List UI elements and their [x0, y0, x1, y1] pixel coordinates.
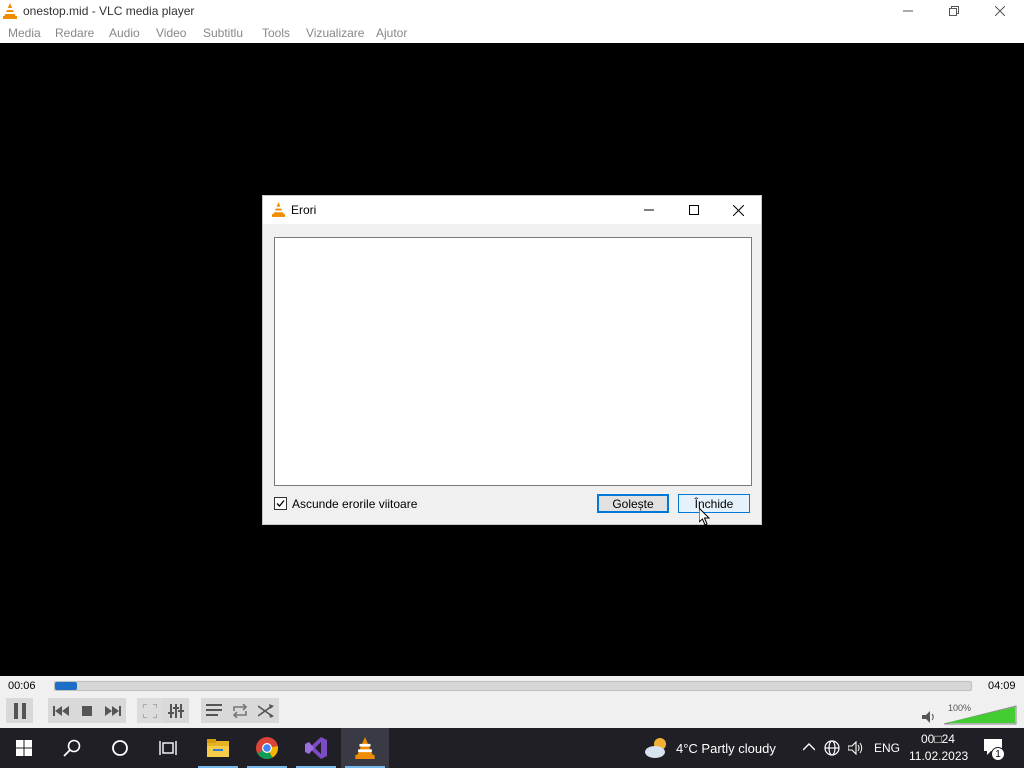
player-controls: 00:06 04:09 100%	[0, 676, 1024, 728]
menu-tools[interactable]: Tools	[262, 26, 290, 40]
speaker-icon[interactable]	[922, 711, 936, 723]
cortana-button[interactable]	[96, 728, 144, 768]
dialog-title-bar: Erori	[263, 196, 761, 224]
notification-badge: 1	[991, 747, 1005, 761]
notifications-button[interactable]: 1	[983, 738, 1005, 761]
seek-bar[interactable]	[54, 681, 972, 691]
close-button[interactable]: Închide	[678, 494, 750, 513]
file-explorer-icon	[207, 739, 229, 757]
vlc-taskbar-button[interactable]	[341, 728, 389, 768]
equalizer-icon	[168, 703, 184, 718]
chrome-button[interactable]	[243, 728, 291, 768]
visual-studio-button[interactable]	[292, 728, 340, 768]
volume-slider[interactable]	[944, 704, 1019, 726]
clear-button[interactable]: Golește	[597, 494, 669, 513]
previous-icon	[53, 705, 69, 716]
menu-audio[interactable]: Audio	[109, 26, 140, 40]
volume-icon[interactable]	[848, 741, 864, 755]
restore-button[interactable]	[931, 0, 977, 22]
hide-future-errors-label[interactable]: Ascunde erorile viitoare	[292, 497, 417, 511]
windows-start-icon	[16, 740, 32, 756]
pause-icon	[13, 702, 26, 719]
clock-time[interactable]: 00□24	[921, 732, 955, 746]
title-bar: onestop.mid - VLC media player	[0, 0, 1024, 22]
menu-redare[interactable]: Redare	[55, 26, 94, 40]
clock-date[interactable]: 11.02.2023	[909, 749, 968, 763]
playlist-icon	[206, 704, 222, 716]
file-explorer-button[interactable]	[194, 728, 242, 768]
search-icon	[63, 739, 81, 757]
dialog-minimize-button[interactable]	[626, 196, 671, 224]
next-button[interactable]	[100, 698, 126, 723]
cortana-icon	[112, 740, 128, 756]
menu-bar: Media Redare Audio Video Subtitlu Tools …	[0, 22, 1024, 43]
visual-studio-icon	[305, 737, 327, 759]
close-window-button[interactable]	[977, 0, 1023, 22]
taskbar: 4°C Partly cloudy ENG 00□24 11.02.2023 1	[0, 728, 1024, 768]
menu-subtitlu[interactable]: Subtitlu	[203, 26, 243, 40]
total-time: 04:09	[988, 680, 1016, 692]
task-view-icon	[159, 741, 177, 755]
minimize-icon	[643, 209, 654, 211]
globe-network-icon[interactable]	[824, 740, 840, 756]
weather-text[interactable]: 4°C Partly cloudy	[676, 741, 776, 756]
menu-media[interactable]: Media	[8, 26, 41, 40]
menu-ajutor[interactable]: Ajutor	[376, 26, 407, 40]
language-indicator[interactable]: ENG	[874, 741, 900, 755]
dialog-title: Erori	[291, 203, 317, 217]
elapsed-time: 00:06	[8, 680, 36, 692]
close-icon	[995, 6, 1005, 16]
playlist-button[interactable]	[201, 698, 227, 723]
dialog-maximize-button[interactable]	[671, 196, 716, 224]
maximize-icon	[688, 205, 699, 215]
chevron-up-icon[interactable]	[803, 743, 815, 751]
vlc-cone-icon	[3, 3, 17, 19]
minimize-icon	[903, 10, 913, 12]
previous-button[interactable]	[48, 698, 74, 723]
task-view-button[interactable]	[144, 728, 192, 768]
fullscreen-icon	[143, 703, 157, 718]
stop-icon	[82, 705, 92, 716]
menu-video[interactable]: Video	[156, 26, 186, 40]
weather-partly-cloudy-icon[interactable]	[644, 736, 670, 760]
shuffle-icon	[258, 703, 274, 718]
errors-text-area[interactable]	[274, 237, 752, 486]
shuffle-button[interactable]	[253, 698, 279, 723]
errors-dialog: Erori Ascunde erorile viitoare Golește Î…	[262, 195, 762, 526]
next-icon	[105, 705, 121, 716]
menu-vizualizare[interactable]: Vizualizare	[306, 26, 364, 40]
checkmark-icon	[276, 500, 285, 507]
mouse-cursor-icon	[699, 508, 711, 526]
seek-progress	[55, 682, 77, 690]
dialog-close-button[interactable]	[716, 196, 761, 224]
vlc-cone-icon	[272, 202, 285, 217]
pause-button[interactable]	[6, 698, 33, 723]
loop-button[interactable]	[227, 698, 253, 723]
extended-settings-button[interactable]	[163, 698, 189, 723]
window-title: onestop.mid - VLC media player	[23, 4, 195, 18]
restore-icon	[949, 6, 959, 16]
close-icon	[733, 204, 744, 216]
loop-icon	[232, 703, 248, 718]
stop-button[interactable]	[74, 698, 100, 723]
hide-future-errors-checkbox[interactable]	[274, 497, 287, 510]
start-button[interactable]	[0, 728, 48, 768]
chrome-icon	[256, 737, 278, 759]
minimize-button[interactable]	[885, 0, 931, 22]
fullscreen-button[interactable]	[137, 698, 163, 723]
search-button[interactable]	[48, 728, 96, 768]
vlc-icon	[355, 737, 375, 759]
